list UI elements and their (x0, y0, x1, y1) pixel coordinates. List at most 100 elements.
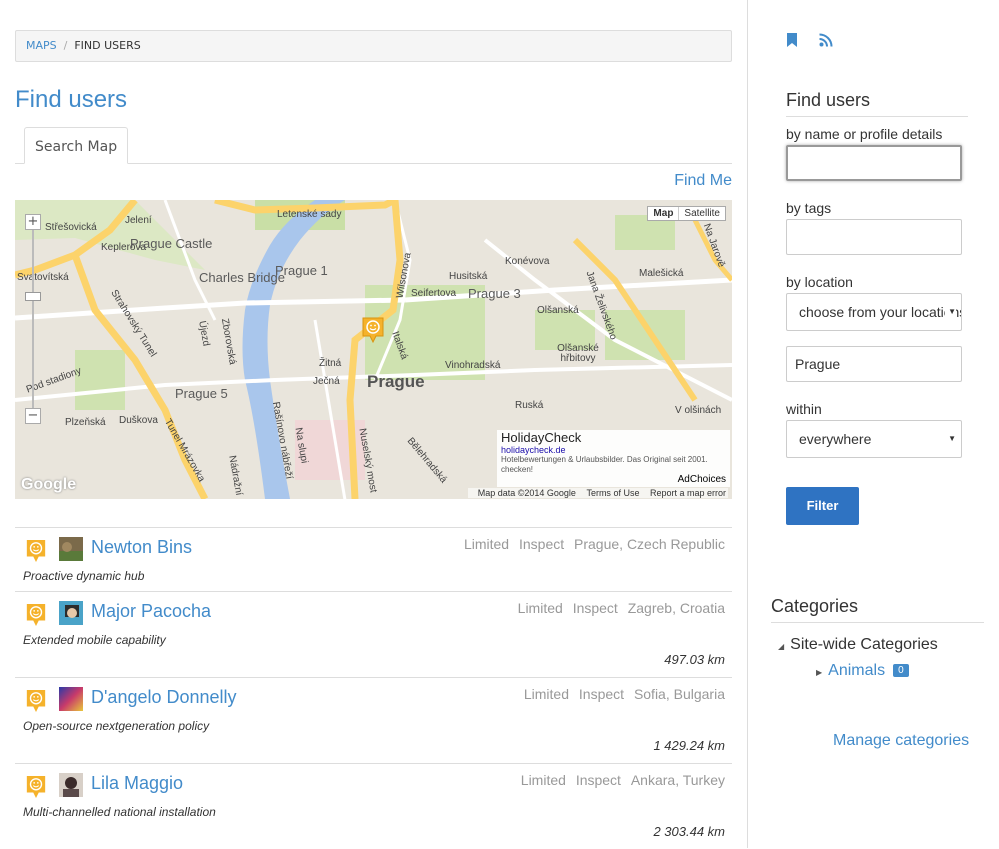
ad-url[interactable]: holidaycheck.de (501, 445, 726, 455)
page-title: Find users (15, 86, 128, 113)
map-label: Svatovítská (17, 272, 69, 283)
map-label: Olšanské hřbitovy (557, 343, 599, 364)
zoom-in-button[interactable]: + (25, 214, 41, 230)
location-select-value: choose from your locations (799, 304, 962, 320)
map-marker-icon[interactable] (361, 316, 385, 344)
user-distance: 497.03 km (664, 652, 725, 667)
inspect-link[interactable]: Inspect (576, 772, 621, 788)
name-search-input[interactable] (786, 145, 962, 181)
map-label: Žitná (319, 358, 342, 369)
map-label: Malešická (639, 268, 684, 279)
category-count-badge: 0 (893, 664, 909, 677)
map-ad[interactable]: HolidayCheck holidaycheck.de Hotelbewert… (497, 430, 730, 487)
avatar[interactable] (59, 687, 83, 711)
google-logo: Google (21, 476, 77, 493)
location-input[interactable] (786, 346, 962, 382)
map-label: Prague 5 (175, 386, 228, 401)
user-description: Multi-channelled national installation (23, 805, 216, 819)
map-label: Prague 3 (468, 286, 521, 301)
avatar[interactable] (59, 537, 83, 561)
category-animals-label[interactable]: Animals (828, 662, 885, 679)
user-description: Open-source nextgeneration policy (23, 719, 210, 733)
map-label: Vinohradská (445, 360, 501, 371)
map-label: Duškova (119, 415, 158, 426)
tags-input[interactable] (786, 219, 962, 255)
within-select[interactable]: everywhere ▼ (786, 420, 962, 458)
user-row: D'angelo Donnelly Limited Inspect Sofia,… (15, 677, 732, 763)
inspect-link[interactable]: Inspect (579, 686, 624, 702)
user-location: Sofia, Bulgaria (633, 686, 725, 702)
main-content: MAPS / FIND USERS Find users Search Map Fi… (0, 0, 747, 848)
user-name-link[interactable]: Newton Bins (91, 537, 192, 558)
user-name-link[interactable]: Lila Maggio (91, 773, 183, 794)
collapse-triangle-icon[interactable]: ▶ (816, 668, 822, 677)
filter-button[interactable]: Filter (786, 487, 859, 525)
within-label: within (786, 401, 822, 417)
map[interactable]: Letenské sady Jelení Střešovická Keplero… (15, 200, 732, 499)
avatar[interactable] (59, 773, 83, 797)
location-select[interactable]: choose from your locations ▼ (786, 293, 962, 331)
find-me-link[interactable]: Find Me (674, 172, 732, 190)
limited-label[interactable]: Limited (464, 536, 509, 552)
limited-label[interactable]: Limited (521, 772, 566, 788)
user-name-link[interactable]: Major Pacocha (91, 601, 211, 622)
breadcrumb-maps-link[interactable]: MAPS (26, 39, 57, 52)
inspect-link[interactable]: Inspect (573, 600, 618, 616)
manage-categories-link[interactable]: Manage categories (833, 732, 969, 750)
map-label: Prague 1 (275, 263, 328, 278)
site-wide-categories-label: Site-wide Categories (790, 636, 938, 653)
site-wide-categories[interactable]: ◢ Site-wide Categories (778, 636, 938, 654)
ad-choices[interactable]: AdChoices (678, 474, 726, 485)
terms-of-use-link[interactable]: Terms of Use (586, 488, 639, 498)
by-tags-label: by tags (786, 200, 832, 216)
user-name-link[interactable]: D'angelo Donnelly (91, 687, 237, 708)
chevron-down-icon: ▼ (945, 421, 956, 457)
ad-description: Hotelbewertungen & Urlaubsbilder. Das Or… (501, 455, 708, 474)
user-row: Major Pacocha Limited Inspect Zagreb, Cr… (15, 591, 732, 677)
inspect-link[interactable]: Inspect (519, 536, 564, 552)
user-location: Zagreb, Croatia (627, 600, 725, 616)
report-map-error-link[interactable]: Report a map error (650, 488, 726, 498)
avatar[interactable] (59, 601, 83, 625)
map-label: Charles Bridge (199, 270, 285, 285)
map-label: Prague Castle (130, 236, 213, 251)
map-label: Střešovická (45, 222, 97, 233)
zoom-out-button[interactable]: − (25, 408, 41, 424)
limited-label[interactable]: Limited (524, 686, 569, 702)
user-meta: Limited Inspect Zagreb, Croatia (512, 600, 725, 616)
user-row: Newton Bins Limited Inspect Prague, Czec… (15, 527, 732, 591)
user-meta: Limited Inspect Sofia, Bulgaria (518, 686, 725, 702)
map-label: Prague (367, 372, 425, 391)
smiley-marker-icon (26, 776, 46, 798)
ad-title[interactable]: HolidayCheck (501, 430, 726, 445)
map-label: Husitská (449, 271, 488, 282)
within-select-value: everywhere (799, 431, 872, 447)
expand-triangle-icon[interactable]: ◢ (778, 642, 784, 651)
zoom-slider-handle[interactable] (25, 292, 41, 301)
user-list: Newton Bins Limited Inspect Prague, Czec… (15, 527, 732, 849)
map-label: Seifertova (411, 288, 457, 299)
tab-search-map[interactable]: Search Map (24, 127, 129, 164)
map-label: Plzeňská (65, 417, 106, 428)
category-animals[interactable]: ▶ Animals 0 (816, 662, 909, 680)
smiley-marker-icon (26, 540, 46, 562)
categories-title: Categories (771, 596, 984, 623)
map-data-credit: Map data ©2014 Google (477, 488, 576, 498)
sidebar-title: Find users (786, 90, 968, 117)
smiley-marker-icon (26, 604, 46, 626)
map-footer: Map data ©2014 Google Terms of Use Repor… (467, 488, 728, 498)
user-row: Lila Maggio Limited Inspect Ankara, Turk… (15, 763, 732, 849)
sidebar: Find users by name or profile details by… (747, 0, 999, 848)
rss-icon[interactable] (818, 32, 834, 48)
bookmark-icon[interactable] (784, 32, 800, 48)
map-label: Letenské sady (277, 209, 342, 220)
map-type-map-button[interactable]: Map (648, 207, 680, 220)
map-type-satellite-button[interactable]: Satellite (679, 207, 725, 220)
zoom-control: + − (25, 214, 41, 424)
tab-bar: Search Map (15, 127, 732, 164)
zoom-track[interactable] (32, 230, 34, 420)
map-type-control: Map Satellite (647, 206, 726, 221)
map-label: Jelení (125, 215, 152, 226)
by-name-label: by name or profile details (786, 126, 943, 142)
limited-label[interactable]: Limited (518, 600, 563, 616)
